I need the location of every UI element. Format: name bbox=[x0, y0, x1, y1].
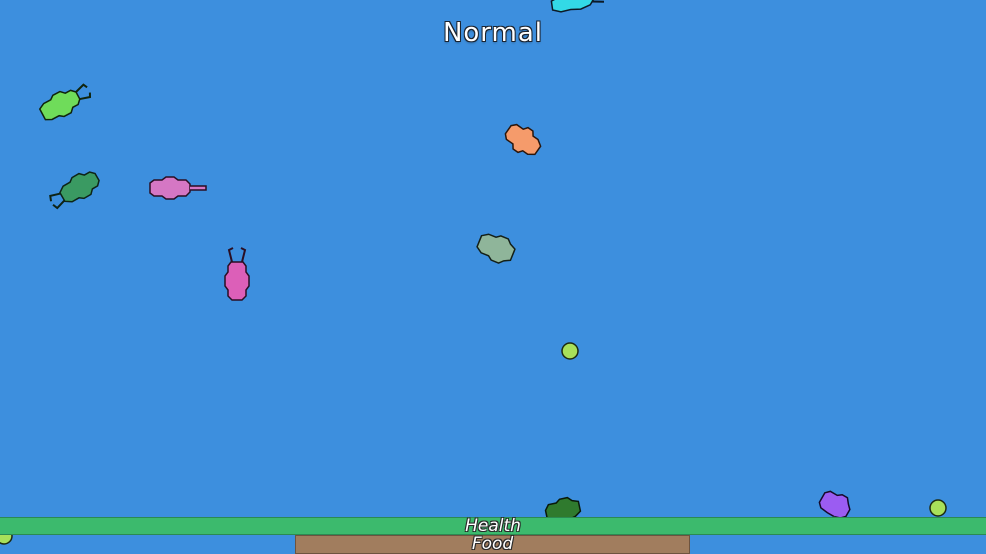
grey-green-creature bbox=[476, 233, 516, 264]
health-label: Health bbox=[465, 516, 521, 536]
cyan-creature bbox=[550, 0, 605, 13]
lime-creature bbox=[38, 83, 92, 121]
game-mode-label: Normal bbox=[442, 18, 544, 48]
pink-vertical-creature bbox=[224, 247, 250, 301]
food-pellet[interactable] bbox=[561, 342, 579, 360]
food-bar: Food bbox=[295, 535, 690, 554]
orange-creature bbox=[504, 123, 542, 156]
game-viewport[interactable]: Normal Health Food bbox=[0, 0, 986, 554]
food-label: Food bbox=[471, 534, 514, 554]
dark-green-creature bbox=[49, 171, 100, 210]
food-pellet[interactable] bbox=[929, 499, 947, 517]
health-bar: Health bbox=[0, 517, 986, 535]
pink-horizontal-creature bbox=[149, 176, 207, 200]
game-world[interactable] bbox=[0, 0, 986, 554]
